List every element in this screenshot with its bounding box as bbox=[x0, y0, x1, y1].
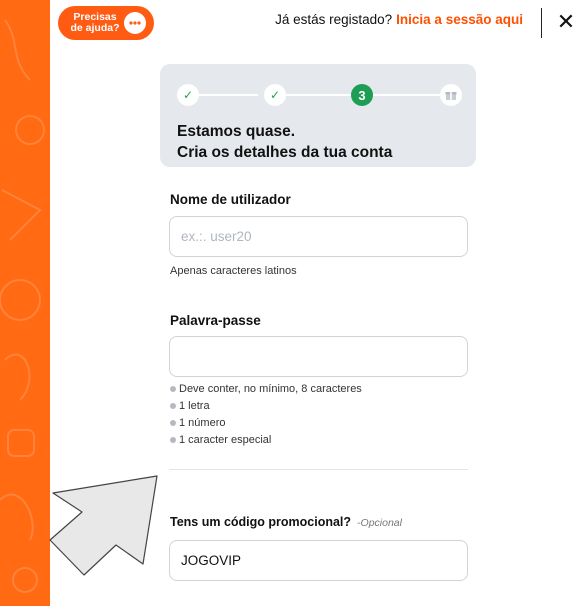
pointer-arrow-icon bbox=[49, 475, 158, 576]
